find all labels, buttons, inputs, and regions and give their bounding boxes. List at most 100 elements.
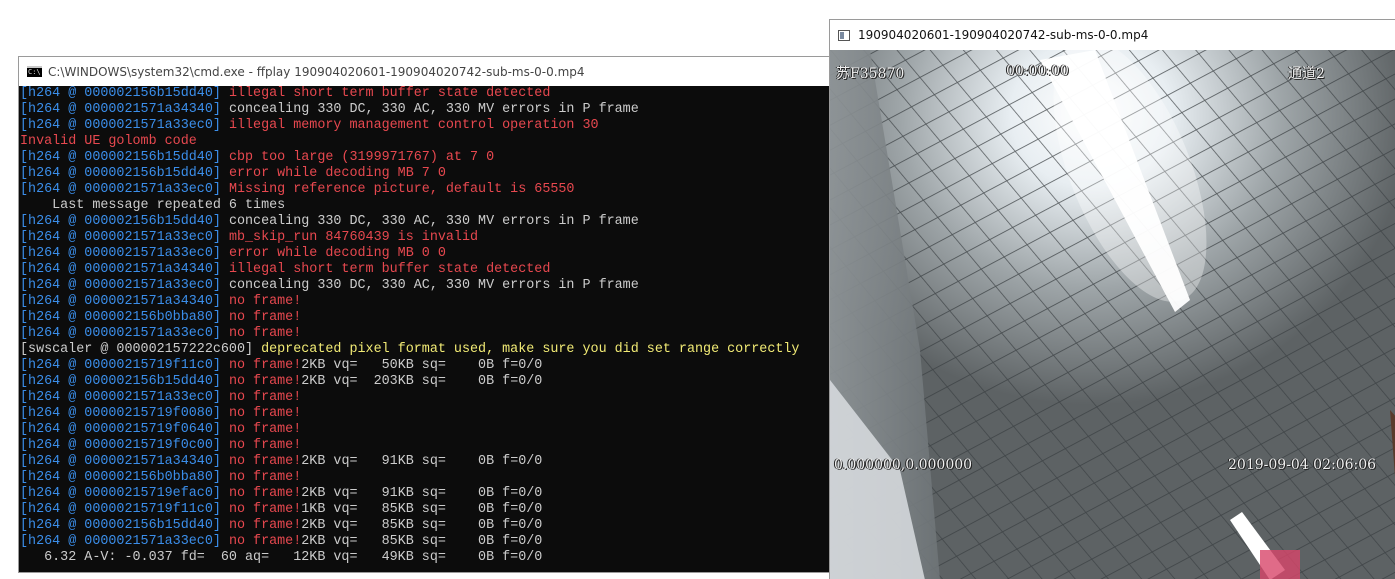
console-line: [h264 @ 0000021571a34340] concealing 330… xyxy=(20,102,829,118)
console-line-text: no frame! xyxy=(228,438,302,453)
console-line-status: 2KB vq= 91KB sq= 0B f=0/0 xyxy=(301,454,543,469)
console-line: [h264 @ 0000021571a33ec0] Missing refere… xyxy=(20,182,829,198)
console-line: [h264 @ 000002156b0bba80] no frame! xyxy=(20,310,829,326)
console-line: [h264 @ 000002156b15dd40] no frame!2KB v… xyxy=(20,518,829,534)
console-line-prefix: [h264 @ 00000215719f0c00] xyxy=(20,438,229,453)
console-line-status: 1KB vq= 85KB sq= 0B f=0/0 xyxy=(301,502,543,517)
console-line-text: concealing 330 DC, 330 AC, 330 MV errors… xyxy=(228,214,639,229)
console-line: [h264 @ 000002156b15dd40] cbp too large … xyxy=(20,150,829,166)
console-line-text: no frame! xyxy=(228,486,302,501)
console-line-text: no frame! xyxy=(228,310,302,325)
console-line: 6.32 A-V: -0.037 fd= 60 aq= 12KB vq= 49K… xyxy=(20,550,829,566)
console-line-prefix: [h264 @ 0000021571a33ec0] xyxy=(20,534,229,549)
osd-plate: 苏F35870 xyxy=(836,66,905,82)
console-line-text: Missing reference picture, default is 65… xyxy=(228,182,575,197)
console-line: [h264 @ 0000021571a33ec0] no frame!2KB v… xyxy=(20,534,829,550)
console-line-text: no frame! xyxy=(228,390,302,405)
video-file-icon xyxy=(838,29,850,41)
console-line: [h264 @ 00000215719f0080] no frame! xyxy=(20,406,829,422)
osd-datetime: 2019-09-04 02:06:06 xyxy=(1228,457,1377,473)
console-line-prefix: [h264 @ 00000215719f11c0] xyxy=(20,502,229,517)
console-line: [h264 @ 000002156b0bba80] no frame! xyxy=(20,470,829,486)
video-scene xyxy=(830,50,1395,579)
console-line: [h264 @ 00000215719efac0] no frame!2KB v… xyxy=(20,486,829,502)
console-line-text: no frame! xyxy=(228,454,302,469)
console-line: [h264 @ 0000021571a33ec0] no frame! xyxy=(20,390,829,406)
osd-channel: 通道2 xyxy=(1288,66,1325,82)
console-line-text: no frame! xyxy=(228,326,302,341)
console-line-prefix: [h264 @ 00000215719f0080] xyxy=(20,406,229,421)
console-line-text: no frame! xyxy=(228,422,302,437)
console-line: [h264 @ 000002156b15dd40] concealing 330… xyxy=(20,214,829,230)
video-frame[interactable]: 苏F35870 00:00:00 通道2 0.000000,0.000000 2… xyxy=(830,50,1395,579)
console-line: [swscaler @ 000002157222c600] deprecated… xyxy=(20,342,829,358)
console-line-text: illegal short term buffer state detected xyxy=(228,262,551,277)
console-line-prefix: [h264 @ 0000021571a34340] xyxy=(20,454,229,469)
console-line: [h264 @ 00000215719f11c0] no frame!1KB v… xyxy=(20,502,829,518)
console-line: [h264 @ 0000021571a34340] no frame!2KB v… xyxy=(20,454,829,470)
console-line-text: mb_skip_run 84760439 is invalid xyxy=(228,230,479,245)
console-output[interactable]: [h264 @ 000002156b15dd40] illegal short … xyxy=(19,86,829,566)
console-line-prefix: [h264 @ 0000021571a33ec0] xyxy=(20,246,229,261)
console-line-prefix: [h264 @ 000002156b15dd40] xyxy=(20,150,229,165)
console-line-text: no frame! xyxy=(228,534,302,549)
console-line-text: no frame! xyxy=(228,502,302,517)
console-line-prefix: [h264 @ 0000021571a33ec0] xyxy=(20,230,229,245)
osd-timer: 00:00:00 xyxy=(1006,63,1069,79)
console-line-prefix: [h264 @ 000002156b0bba80] xyxy=(20,310,229,325)
console-line-text: concealing 330 DC, 330 AC, 330 MV errors… xyxy=(228,278,639,293)
console-line-prefix: [h264 @ 0000021571a34340] xyxy=(20,262,229,277)
console-line-text: illegal short term buffer state detected xyxy=(228,86,551,101)
console-line-prefix: [h264 @ 000002156b15dd40] xyxy=(20,166,229,181)
console-line-prefix: [h264 @ 000002156b15dd40] xyxy=(20,214,229,229)
console-line: [h264 @ 0000021571a33ec0] error while de… xyxy=(20,246,829,262)
video-titlebar[interactable]: 190904020601-190904020742-sub-ms-0-0.mp4 xyxy=(830,20,1395,50)
console-line-prefix: [h264 @ 0000021571a33ec0] xyxy=(20,326,229,341)
console-titlebar[interactable]: C:\ C:\WINDOWS\system32\cmd.exe - ffplay… xyxy=(19,57,829,86)
console-line-prefix: [h264 @ 0000021571a33ec0] xyxy=(20,390,229,405)
console-line-text: illegal memory management control operat… xyxy=(228,118,599,133)
console-line-text: error while decoding MB 7 0 xyxy=(228,166,446,181)
console-line: [h264 @ 0000021571a34340] no frame! xyxy=(20,294,829,310)
console-line-text: deprecated pixel format used, make sure … xyxy=(261,342,800,357)
console-line-text: concealing 330 DC, 330 AC, 330 MV errors… xyxy=(228,102,639,117)
console-line-text: error while decoding MB 0 0 xyxy=(228,246,446,261)
console-line-status: 2KB vq= 85KB sq= 0B f=0/0 xyxy=(301,518,543,533)
cmd-icon: C:\ xyxy=(27,66,42,77)
console-line: [h264 @ 000002156b15dd40] illegal short … xyxy=(20,86,829,102)
console-line-prefix: [h264 @ 000002156b15dd40] xyxy=(20,86,229,101)
console-line: [h264 @ 00000215719f11c0] no frame!2KB v… xyxy=(20,358,829,374)
osd-coordinates: 0.000000,0.000000 xyxy=(834,457,973,473)
console-title: C:\WINDOWS\system32\cmd.exe - ffplay 190… xyxy=(48,64,585,79)
console-line-text: 6.32 A-V: -0.037 fd= 60 aq= 12KB vq= 49K… xyxy=(20,550,543,565)
console-line-prefix: [h264 @ 0000021571a33ec0] xyxy=(20,278,229,293)
console-line-text: no frame! xyxy=(228,470,302,485)
console-line-text: no frame! xyxy=(228,374,302,389)
console-line-prefix: [h264 @ 0000021571a33ec0] xyxy=(20,182,229,197)
console-line-text: no frame! xyxy=(228,406,302,421)
console-line: [h264 @ 0000021571a33ec0] no frame! xyxy=(20,326,829,342)
console-line-status: 2KB vq= 50KB sq= 0B f=0/0 xyxy=(301,358,543,373)
console-line-text: no frame! xyxy=(228,294,302,309)
console-line-text: Last message repeated 6 times xyxy=(20,198,286,213)
console-line: [h264 @ 0000021571a34340] illegal short … xyxy=(20,262,829,278)
console-line-status: 2KB vq= 85KB sq= 0B f=0/0 xyxy=(301,534,543,549)
console-line-prefix: [swscaler @ 000002157222c600] xyxy=(20,342,262,357)
console-line-prefix: [h264 @ 0000021571a33ec0] xyxy=(20,118,229,133)
console-line-prefix: [h264 @ 00000215719efac0] xyxy=(20,486,229,501)
console-window[interactable]: C:\ C:\WINDOWS\system32\cmd.exe - ffplay… xyxy=(18,56,830,573)
console-line-prefix: [h264 @ 0000021571a34340] xyxy=(20,102,229,117)
console-line-text: no frame! xyxy=(228,358,302,373)
console-line: [h264 @ 0000021571a33ec0] illegal memory… xyxy=(20,118,829,134)
console-line: Last message repeated 6 times xyxy=(20,198,829,214)
console-line-prefix: [h264 @ 00000215719f0640] xyxy=(20,422,229,437)
console-line: [h264 @ 0000021571a33ec0] mb_skip_run 84… xyxy=(20,230,829,246)
video-window[interactable]: 190904020601-190904020742-sub-ms-0-0.mp4 xyxy=(829,19,1395,579)
console-line-prefix: [h264 @ 0000021571a34340] xyxy=(20,294,229,309)
console-line-status: 2KB vq= 203KB sq= 0B f=0/0 xyxy=(301,374,543,389)
console-line-text: Invalid UE golomb code xyxy=(20,134,197,149)
console-line-status: 2KB vq= 91KB sq= 0B f=0/0 xyxy=(301,486,543,501)
console-line: [h264 @ 000002156b15dd40] no frame!2KB v… xyxy=(20,374,829,390)
console-line-text: no frame! xyxy=(228,518,302,533)
console-line: [h264 @ 000002156b15dd40] error while de… xyxy=(20,166,829,182)
